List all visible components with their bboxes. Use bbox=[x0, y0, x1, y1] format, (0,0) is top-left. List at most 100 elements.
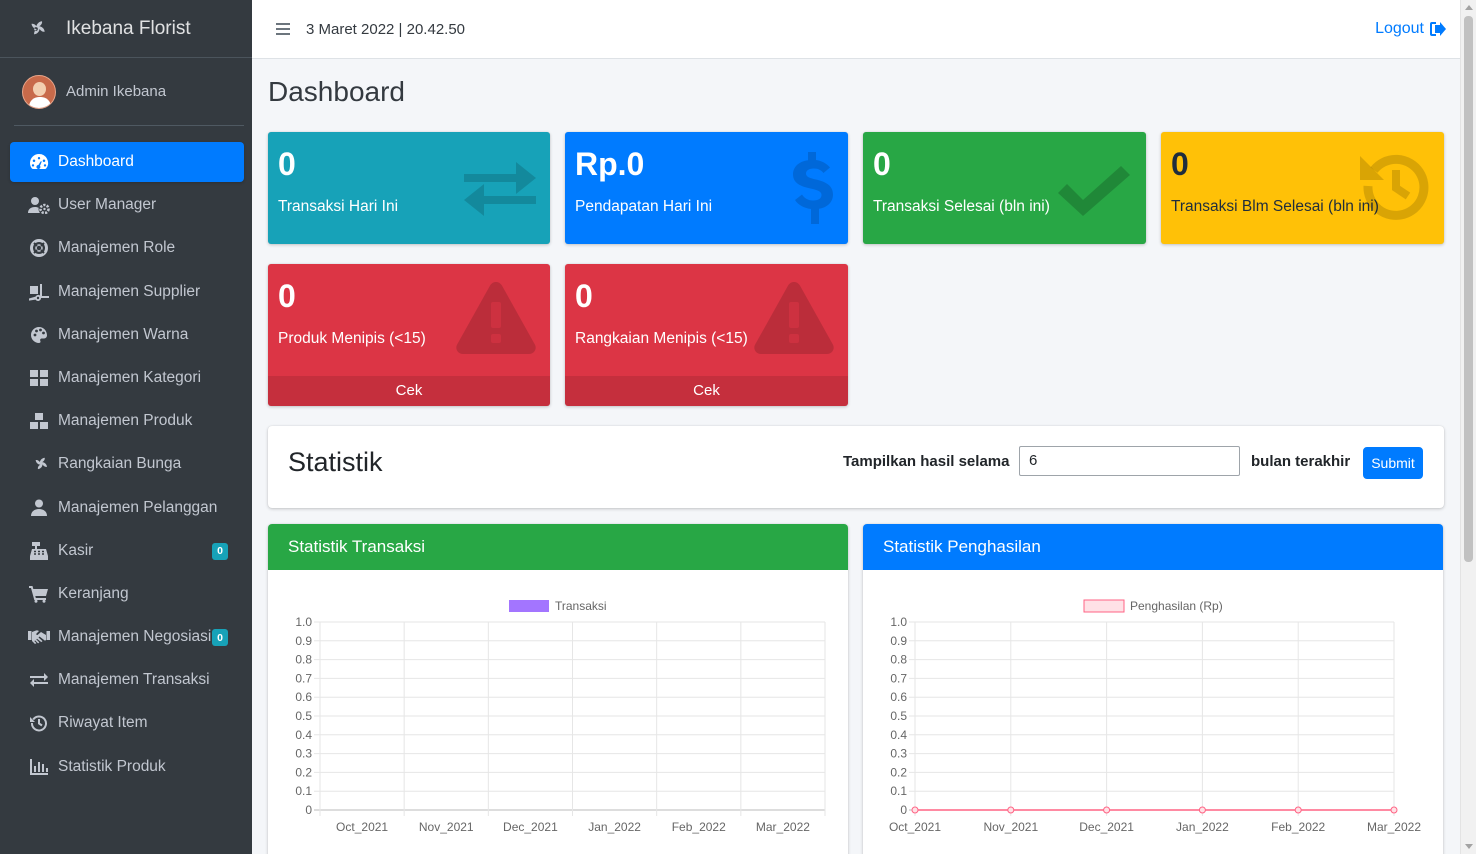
x-tick-label: Oct_2021 bbox=[336, 820, 388, 834]
legend-label: Transaksi bbox=[555, 599, 607, 613]
x-tick-label: Nov_2021 bbox=[983, 820, 1038, 834]
sidebar-item-kasir[interactable]: Kasir 0 bbox=[10, 531, 244, 571]
truck-loading-icon bbox=[28, 282, 50, 302]
sidebar-item-label: Manajemen Role bbox=[58, 239, 176, 257]
x-tick-label: Feb_2022 bbox=[672, 820, 726, 834]
y-tick-label: 0.7 bbox=[890, 671, 907, 685]
sidebar-item-label: Dashboard bbox=[58, 153, 134, 170]
chart-penghasilan: 1.0 0.9 0.8 0.7 0.6 0.5 0.4 0.3 0.2 0.1 0 Oct_2021 N… bbox=[889, 599, 1421, 834]
sidebar-item-label: Manajemen Warna bbox=[58, 325, 189, 343]
user-cog-icon bbox=[28, 195, 50, 215]
legend-swatch bbox=[509, 600, 549, 612]
sidebar-item-label: Keranjang bbox=[58, 584, 129, 602]
sidebar-item-label: Manajemen Supplier bbox=[58, 282, 201, 300]
y-tick-label: 0.5 bbox=[295, 709, 312, 723]
y-tick-label: 0.8 bbox=[295, 653, 312, 667]
fan-icon bbox=[28, 454, 50, 474]
sidebar: Ikebana Florist Admin Ikebana Dashboard … bbox=[0, 0, 252, 854]
info-box-transaksi-hari-ini: 0 Transaksi Hari Ini bbox=[268, 132, 550, 244]
sidebar-item-dashboard[interactable]: Dashboard bbox=[10, 142, 244, 182]
box-value: 0 bbox=[873, 146, 891, 182]
sidebar-item-manajemen-kategori[interactable]: Manajemen Kategori bbox=[10, 358, 244, 398]
sidebar-item-label: Manajemen Kategori bbox=[58, 368, 202, 386]
sidebar-item-label: Riwayat Item bbox=[58, 714, 148, 732]
page-scrollbar[interactable] bbox=[1460, 0, 1476, 854]
y-tick-label: 0.1 bbox=[295, 784, 312, 798]
sidebar-item-label: Manajemen Pelanggan bbox=[58, 498, 218, 516]
exchange-icon bbox=[28, 670, 50, 690]
history-icon bbox=[28, 713, 50, 733]
sidebar-item-manajemen-supplier[interactable]: Manajemen Supplier bbox=[10, 272, 244, 312]
sidebar-item-manajemen-warna[interactable]: Manajemen Warna bbox=[10, 315, 244, 355]
box-value: 0 bbox=[278, 278, 296, 314]
sidebar-item-manajemen-pelanggan[interactable]: Manajemen Pelanggan bbox=[10, 488, 244, 528]
info-box-rangkaian-menipis: 0 Rangkaian Menipis (<15) Cek bbox=[565, 264, 848, 406]
avatar bbox=[22, 74, 56, 109]
y-tick-label: 0.9 bbox=[295, 634, 312, 648]
chart-bar-icon bbox=[28, 757, 50, 777]
cek-produk-link[interactable]: Cek bbox=[268, 376, 550, 406]
logout-label: Logout bbox=[1375, 20, 1424, 37]
life-ring-icon bbox=[28, 238, 50, 258]
data-point bbox=[1103, 806, 1111, 814]
user-panel[interactable]: Admin Ikebana bbox=[14, 58, 244, 126]
sidebar-item-manajemen-role[interactable]: Manajemen Role bbox=[10, 228, 244, 268]
statistik-title: Statistik bbox=[288, 447, 383, 477]
x-tick-label: Feb_2022 bbox=[1271, 820, 1325, 834]
sidebar-item-manajemen-negosiasi[interactable]: Manajemen Negosiasi 0 bbox=[10, 617, 244, 657]
x-tick-label: Mar_2022 bbox=[1367, 820, 1421, 834]
box-label: Pendapatan Hari Ini bbox=[575, 198, 713, 215]
sidebar-item-user-manager[interactable]: User Manager bbox=[10, 185, 244, 225]
scroll-down-arrow-icon[interactable] bbox=[1465, 844, 1473, 849]
brand-link[interactable]: Ikebana Florist bbox=[0, 0, 252, 58]
y-tick-label: 0.9 bbox=[890, 634, 907, 648]
chart-card-penghasilan: Statistik Penghasilan 1.0 0.9 0.8 0.7 0.6 0.5… bbox=[863, 524, 1443, 854]
sidebar-item-manajemen-produk[interactable]: Manajemen Produk bbox=[10, 401, 244, 441]
sidebar-item-keranjang[interactable]: Keranjang bbox=[10, 574, 244, 614]
box-value: 0 bbox=[278, 146, 296, 182]
y-tick-label: 0.1 bbox=[890, 784, 907, 798]
info-box-pendapatan-hari-ini: Rp.0 Pendapatan Hari Ini bbox=[565, 132, 848, 244]
x-tick-label: Jan_2022 bbox=[1176, 820, 1229, 834]
y-tick-label: 0.6 bbox=[295, 690, 312, 704]
tachometer-icon bbox=[28, 152, 50, 172]
current-datetime: 3 Maret 2022 | 20.42.50 bbox=[306, 20, 466, 38]
x-tick-label: Jan_2022 bbox=[588, 820, 641, 834]
box-value: 0 bbox=[575, 278, 593, 314]
legend-swatch bbox=[1083, 599, 1125, 613]
menu-toggle-icon[interactable] bbox=[276, 23, 290, 35]
scroll-up-arrow-icon[interactable] bbox=[1465, 5, 1473, 10]
legend-label: Penghasilan (Rp) bbox=[1130, 599, 1223, 613]
data-point bbox=[1294, 806, 1302, 814]
info-box-produk-menipis: 0 Produk Menipis (<15) Cek bbox=[268, 264, 550, 406]
sidebar-item-label: Kasir bbox=[58, 541, 94, 559]
data-point bbox=[911, 806, 919, 814]
sidebar-item-rangkaian-bunga[interactable]: Rangkaian Bunga bbox=[10, 444, 244, 484]
sidebar-item-riwayat-item[interactable]: Riwayat Item bbox=[10, 703, 244, 743]
user-icon bbox=[28, 498, 50, 518]
filter-label-after: bulan terakhir bbox=[1251, 453, 1351, 470]
box-label: Rangkaian Menipis (<15) bbox=[575, 330, 748, 347]
warning-icon bbox=[456, 282, 536, 359]
scrollbar-thumb[interactable] bbox=[1464, 16, 1473, 562]
logout-link[interactable]: Logout bbox=[1375, 20, 1446, 38]
box-value: 0 bbox=[1171, 146, 1189, 182]
x-tick-label: Oct_2021 bbox=[889, 820, 941, 834]
info-box-transaksi-belum-selesai: 0 Transaksi Blm Selesai (bln ini) bbox=[1161, 132, 1444, 244]
th-large-icon bbox=[28, 368, 50, 388]
sidebar-nav: Dashboard User Manager Manajemen Role Ma… bbox=[0, 142, 252, 787]
negosiasi-count-badge: 0 bbox=[212, 629, 228, 647]
cek-rangkaian-link[interactable]: Cek bbox=[565, 376, 848, 406]
sidebar-item-manajemen-transaksi[interactable]: Manajemen Transaksi bbox=[10, 660, 244, 700]
submit-button[interactable]: Submit bbox=[1363, 447, 1423, 479]
page-title: Dashboard bbox=[268, 76, 405, 107]
y-tick-label: 0.8 bbox=[890, 653, 907, 667]
sidebar-item-label: Manajemen Produk bbox=[58, 412, 193, 430]
y-tick-label: 0.5 bbox=[890, 709, 907, 723]
chart-card-transaksi: Statistik Transaksi 1.0 0.9 0.8 0.7 0.6 0.5 0.… bbox=[268, 524, 848, 854]
statistik-filter-card: Statistik Tampilkan hasil selama 6 bulan… bbox=[268, 426, 1444, 508]
user-name: Admin Ikebana bbox=[66, 83, 167, 100]
box-value: Rp.0 bbox=[575, 146, 645, 182]
months-input[interactable]: 6 bbox=[1019, 446, 1240, 476]
sidebar-item-statistik-produk[interactable]: Statistik Produk bbox=[10, 747, 244, 787]
